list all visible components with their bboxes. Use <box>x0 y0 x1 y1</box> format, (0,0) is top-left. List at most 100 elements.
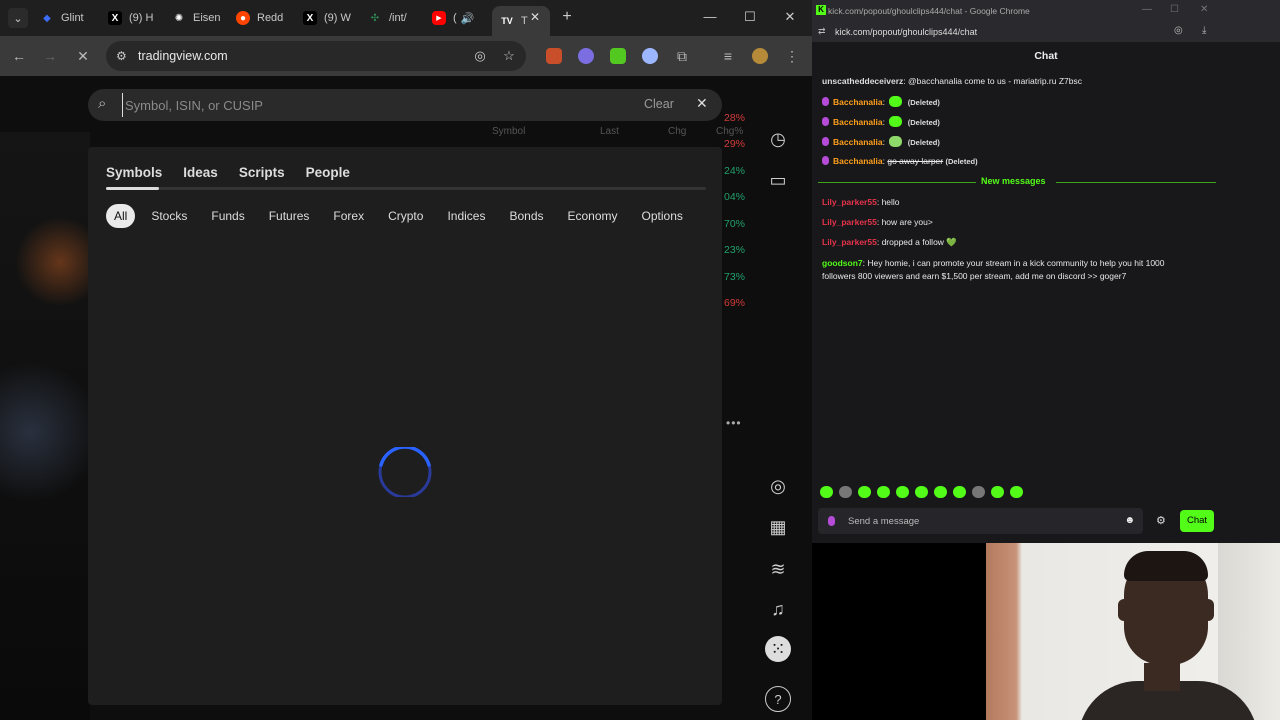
filter-chip-options[interactable]: Options <box>634 204 691 228</box>
kick-logo-icon: K <box>816 5 826 15</box>
tab-reddit[interactable]: ● Redd <box>236 6 294 30</box>
more-options-icon[interactable]: ••• <box>726 416 742 430</box>
watchlist-change-pct: 24% <box>724 165 746 177</box>
mic-badge-icon <box>828 516 835 526</box>
send-chat-button[interactable]: Chat <box>1180 510 1214 532</box>
filter-chip-futures[interactable]: Futures <box>261 204 318 228</box>
tab-4chan[interactable]: ✣ /int/ <box>368 6 426 30</box>
chat-username[interactable]: Lily_parker55 <box>822 237 877 247</box>
tab-search-dropdown-icon[interactable]: ⌄ <box>8 8 28 28</box>
filter-chip-forex[interactable]: Forex <box>325 204 372 228</box>
emote-icon[interactable] <box>953 486 966 498</box>
popup-close-icon[interactable]: ✕ <box>1200 4 1208 15</box>
download-icon[interactable]: ⤓ <box>1202 25 1206 36</box>
popup-minimize-icon[interactable]: — <box>1142 4 1152 15</box>
popup-maximize-icon[interactable]: ☐ <box>1170 4 1179 15</box>
maximize-window-icon[interactable]: ☐ <box>740 8 760 26</box>
stop-loading-icon[interactable]: ✕ <box>73 46 93 66</box>
divider-line <box>1056 182 1216 183</box>
close-search-icon[interactable]: ✕ <box>696 95 708 112</box>
tab-ideas[interactable]: Ideas <box>183 165 218 180</box>
extension-cloud-icon[interactable] <box>578 48 594 64</box>
emote-icon[interactable] <box>1010 486 1023 498</box>
filter-chip-stocks[interactable]: Stocks <box>143 204 195 228</box>
profile-avatar[interactable] <box>752 48 768 64</box>
chat-username[interactable]: Lily_parker55 <box>822 197 877 207</box>
tab-label: (9) W <box>324 12 351 24</box>
extension-green-icon[interactable] <box>610 48 626 64</box>
tab-scripts[interactable]: Scripts <box>239 165 285 180</box>
emote-icon[interactable] <box>915 486 928 498</box>
calendar-icon[interactable]: ▦ <box>765 514 791 540</box>
tab-symbols[interactable]: Symbols <box>106 165 162 180</box>
address-url: tradingview.com <box>138 49 228 63</box>
site-info-icon[interactable]: ⇄ <box>818 26 826 37</box>
target-icon[interactable]: ◎ <box>765 473 791 499</box>
notifications-bell-icon[interactable]: ♫ <box>765 596 791 622</box>
send-message-input[interactable] <box>848 512 1108 530</box>
emote-icon[interactable] <box>896 486 909 498</box>
filter-chip-economy[interactable]: Economy <box>560 204 626 228</box>
rss-feed-icon[interactable]: ≋ <box>765 556 791 582</box>
minimize-window-icon[interactable]: — <box>700 8 720 26</box>
audio-playing-icon[interactable]: 🔊 <box>461 12 475 25</box>
divider-line <box>818 182 976 183</box>
mic-badge-icon <box>822 156 829 165</box>
tab-glint[interactable]: ◆ Glint <box>40 6 98 30</box>
chat-username[interactable]: Bacchanalia <box>833 117 883 127</box>
loading-spinner-icon <box>378 447 432 497</box>
tab-youtube[interactable]: ▶ ( 🔊 <box>432 6 486 30</box>
tab-x-2[interactable]: X (9) W <box>303 6 359 30</box>
new-tab-button[interactable]: + <box>560 9 574 25</box>
filter-chip-indices[interactable]: Indices <box>439 204 493 228</box>
chat-message: unscatheddeceiverz: @bacchanalia come to… <box>822 76 1082 86</box>
extensions-puzzle-icon[interactable]: ⧉ <box>672 46 692 66</box>
chat-username[interactable]: goodson7 <box>822 258 863 268</box>
chat-username[interactable]: Bacchanalia <box>833 137 883 147</box>
address-bar[interactable]: ⚙ tradingview.com ◎ ☆ <box>106 41 526 71</box>
filter-chip-bonds[interactable]: Bonds <box>501 204 551 228</box>
media-queue-icon[interactable]: ≡ <box>718 46 738 66</box>
extension-fox-icon[interactable] <box>546 48 562 64</box>
filter-chip-crypto[interactable]: Crypto <box>380 204 431 228</box>
emote-icon[interactable] <box>820 486 833 498</box>
clock-alerts-icon[interactable]: ◷ <box>765 126 791 152</box>
tab-close-icon[interactable]: ✕ <box>529 11 541 23</box>
filter-chip-funds[interactable]: Funds <box>203 204 252 228</box>
chat-username[interactable]: Lily_parker55 <box>822 217 877 227</box>
tab-x-1[interactable]: X (9) H <box>108 6 164 30</box>
back-icon[interactable]: ← <box>9 46 29 66</box>
clear-button[interactable]: Clear <box>644 97 674 111</box>
emote-icon[interactable] <box>991 486 1004 498</box>
apps-grid-icon[interactable]: ⁙ <box>765 636 791 662</box>
emote-icon[interactable] <box>972 486 985 498</box>
tab-people[interactable]: People <box>306 165 350 180</box>
help-icon[interactable]: ? <box>765 686 791 712</box>
emoji-picker-icon[interactable]: ☻ <box>1124 515 1135 526</box>
site-info-icon[interactable]: ⚙ <box>116 49 127 63</box>
tab-tradingview-active[interactable]: TV T <box>492 6 550 36</box>
chat-message: Bacchanalia: (Deleted) <box>822 116 940 127</box>
symbol-search-input[interactable] <box>122 93 602 117</box>
search-results-panel: Symbols Ideas Scripts People All Stocks … <box>88 147 722 705</box>
tab-eisen[interactable]: ✺ Eisen <box>172 6 230 30</box>
kick-chat-popup-window: K kick.com/popout/ghoulclips444/chat - G… <box>812 0 1280 543</box>
browser-menu-icon[interactable]: ⋮ <box>782 46 802 66</box>
forward-icon[interactable]: → <box>40 46 60 66</box>
chat-username[interactable]: Bacchanalia <box>833 97 883 107</box>
emote-icon[interactable] <box>934 486 947 498</box>
emote-icon[interactable] <box>839 486 852 498</box>
eye-blocked-icon[interactable]: ◎ <box>472 48 488 64</box>
chat-username[interactable]: Bacchanalia <box>833 156 883 166</box>
extension-diamond-icon[interactable] <box>642 48 658 64</box>
bookmark-star-icon[interactable]: ☆ <box>501 48 517 64</box>
chat-settings-gear-icon[interactable]: ⚙ <box>1156 514 1166 527</box>
close-window-icon[interactable]: ✕ <box>780 8 800 26</box>
chat-icon[interactable]: ▭ <box>765 167 791 193</box>
chat-username[interactable]: unscatheddeceiverz <box>822 76 903 86</box>
eye-blocked-icon[interactable]: ◎ <box>1174 25 1183 36</box>
emote-icon[interactable] <box>877 486 890 498</box>
new-messages-divider: New messages <box>818 176 1216 188</box>
emote-icon[interactable] <box>858 486 871 498</box>
filter-chip-all[interactable]: All <box>106 204 136 228</box>
